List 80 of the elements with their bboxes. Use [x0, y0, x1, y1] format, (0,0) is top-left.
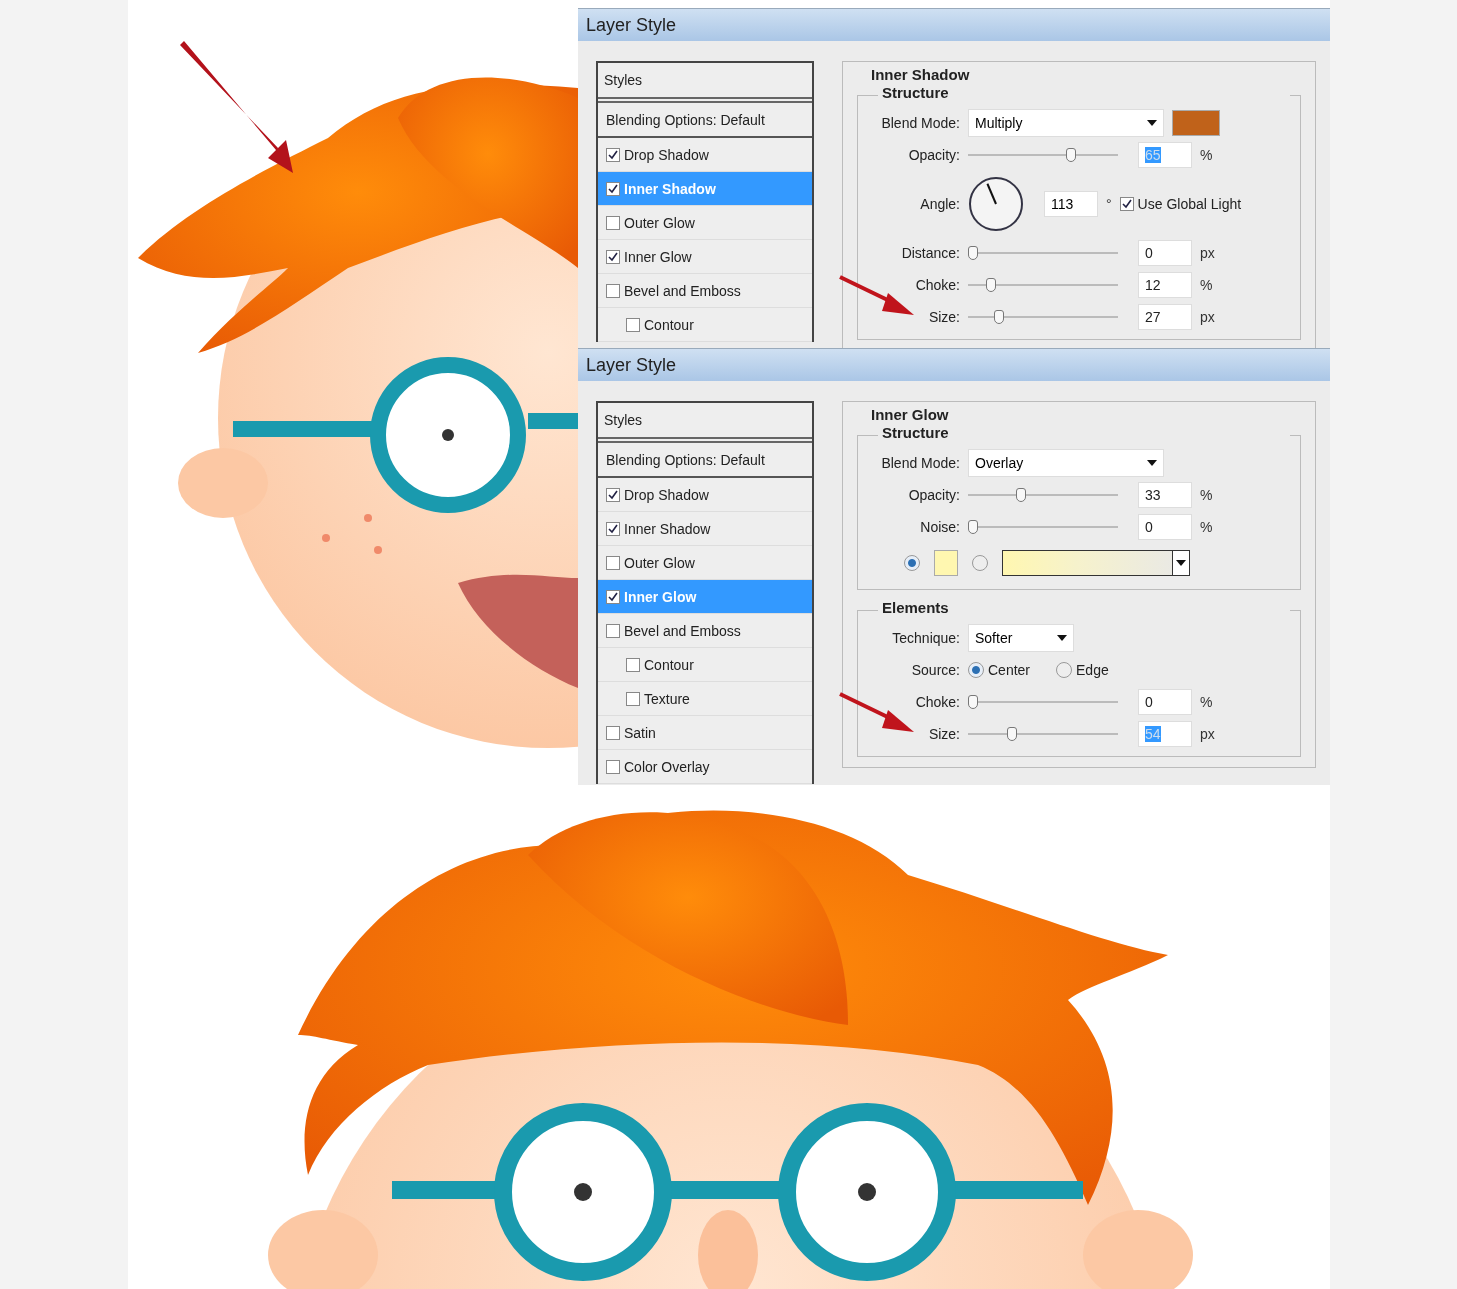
unit-label: % — [1200, 694, 1213, 711]
unit-label: px — [1200, 309, 1215, 325]
unit-label: % — [1200, 277, 1213, 293]
slider-thumb[interactable] — [993, 310, 1004, 324]
blend-mode-dropdown[interactable]: Overlay — [968, 449, 1164, 478]
checkbox[interactable] — [606, 759, 620, 774]
checkbox[interactable] — [606, 521, 620, 536]
field-value: 0 — [1145, 245, 1153, 261]
field-label: Choke: — [914, 694, 960, 711]
field-value: 0 — [1145, 519, 1153, 536]
input-field[interactable]: 0 — [1138, 689, 1192, 716]
checkbox[interactable] — [606, 215, 620, 230]
checkbox[interactable] — [1119, 197, 1134, 211]
slider-thumb[interactable] — [986, 278, 996, 292]
checkbox[interactable] — [606, 147, 620, 162]
slider-thumb[interactable] — [1016, 488, 1026, 503]
field-value: 33 — [1145, 487, 1161, 504]
checkbox[interactable] — [626, 657, 640, 672]
slider-thumb[interactable] — [968, 695, 978, 710]
slider-thumb[interactable] — [1007, 727, 1017, 742]
input-field[interactable]: 113 — [1044, 191, 1098, 217]
field-label: Angle: — [919, 196, 960, 212]
field-value: 54 — [1145, 726, 1161, 743]
field-label: Size: — [927, 309, 960, 325]
caret-icon — [1147, 460, 1157, 467]
blend-mode-dropdown[interactable]: Multiply — [968, 109, 1164, 137]
unit-label: % — [1200, 519, 1213, 536]
color-swatch[interactable] — [1172, 110, 1220, 136]
field-label: Size: — [927, 726, 960, 743]
field-value: 27 — [1145, 309, 1161, 325]
input-field[interactable]: 27 — [1138, 304, 1192, 330]
field-label: Source: — [910, 662, 960, 679]
radio-button[interactable]: Edge — [1056, 662, 1109, 679]
window-title: Layer Style — [578, 349, 1330, 382]
pointer-arrow-icon — [180, 41, 293, 173]
field-label: Opacity: — [907, 487, 960, 504]
input-field[interactable]: 33 — [1138, 482, 1192, 509]
field-value: 12 — [1145, 277, 1161, 293]
checkbox[interactable] — [606, 589, 620, 604]
field-label: Technique: — [891, 630, 960, 647]
checkbox[interactable] — [626, 691, 640, 706]
field-label: Blend Mode: — [880, 455, 960, 472]
slider-thumb[interactable] — [1065, 148, 1076, 162]
unit-label: ° — [1106, 196, 1112, 212]
checkbox-label: Use Global Light — [1137, 196, 1242, 212]
checkbox[interactable] — [606, 249, 620, 264]
caret-icon — [1057, 635, 1067, 642]
checkbox[interactable] — [606, 181, 620, 196]
unit-label: % — [1200, 147, 1213, 163]
angle-dial[interactable] — [968, 176, 1024, 232]
unit-label: px — [1200, 245, 1215, 261]
radio-button[interactable] — [972, 555, 988, 572]
unit-label: % — [1200, 487, 1213, 504]
checkbox[interactable] — [626, 317, 640, 332]
field-label: Choke: — [914, 277, 960, 293]
gradient-picker[interactable] — [1002, 550, 1190, 577]
field-value: 0 — [1145, 694, 1153, 711]
field-label: Noise: — [919, 519, 960, 536]
checkbox[interactable] — [606, 283, 620, 298]
slider-thumb[interactable] — [968, 246, 978, 260]
caret-icon — [1176, 560, 1186, 567]
checkbox[interactable] — [606, 623, 620, 638]
input-field[interactable]: 0 — [1138, 240, 1192, 266]
unit-label: px — [1200, 726, 1215, 743]
caret-icon — [1147, 120, 1157, 126]
checkbox[interactable] — [606, 487, 620, 502]
checkbox[interactable] — [606, 555, 620, 570]
radio-button[interactable]: Center — [968, 662, 1031, 679]
input-field[interactable]: 0 — [1138, 514, 1192, 541]
input-field[interactable]: 12 — [1138, 272, 1192, 298]
color-swatch[interactable] — [934, 550, 958, 577]
field-label: Opacity: — [907, 147, 960, 163]
field-label: Blend Mode: — [880, 115, 960, 131]
window-title: Layer Style — [578, 9, 1330, 41]
radio-button[interactable] — [904, 555, 920, 572]
checkbox[interactable] — [606, 725, 620, 740]
field-label: Distance: — [900, 245, 960, 261]
field-value: 65 — [1145, 147, 1161, 163]
slider-thumb[interactable] — [968, 520, 978, 535]
technique-dropdown[interactable]: Softer — [968, 624, 1074, 653]
